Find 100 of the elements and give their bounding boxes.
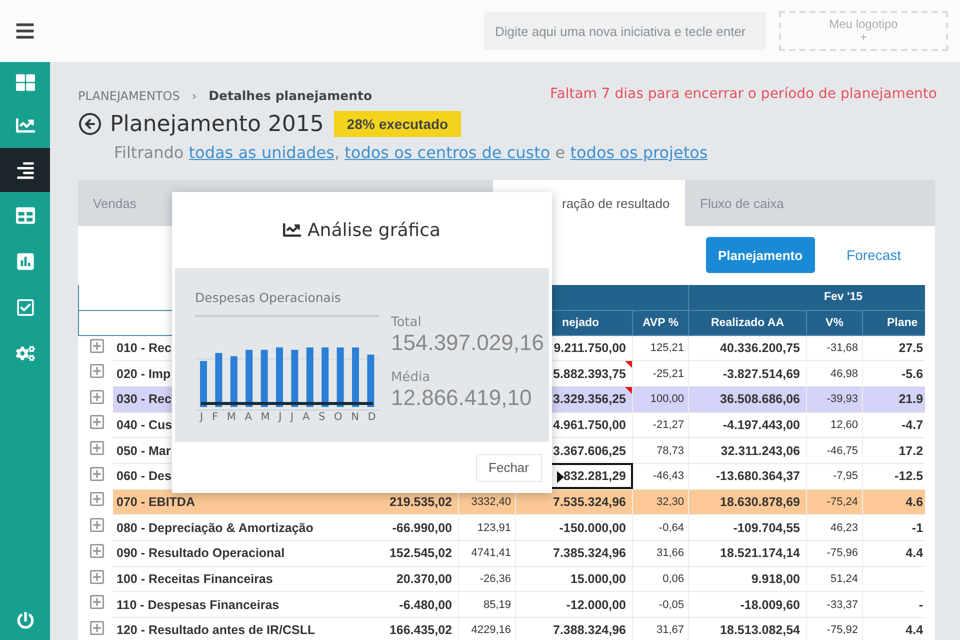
month-label: O — [334, 411, 342, 423]
table-cell: 4.961.750,00 — [553, 418, 626, 432]
table-cell: - — [918, 598, 924, 612]
table-cell: 219.535,02 — [389, 494, 452, 509]
table-cell: 7.535.324,96 — [553, 494, 626, 509]
table-cell: 18.630.878,69 — [720, 494, 800, 509]
stat-value: 12.866.419,10 — [391, 385, 533, 411]
row-label: 090 - Resultado Operacional — [116, 546, 285, 560]
table-cell: 152.545,02 — [389, 546, 452, 560]
month-label: N — [351, 411, 359, 423]
month-label: J — [278, 411, 282, 423]
table-cell: -39,93 — [826, 393, 858, 406]
row-label: 060 - Des — [116, 469, 172, 484]
table-cell: 4229,16 — [471, 624, 511, 636]
table-cell: -3.827.514,69 — [722, 366, 800, 381]
column-header: Plane — [862, 310, 925, 335]
table-cell: 46,98 — [830, 368, 858, 380]
table-cell: -75,24 — [826, 496, 858, 508]
column-header: V% — [806, 310, 862, 335]
month-label: M — [226, 411, 236, 423]
table-cell: -150.000,00 — [559, 520, 626, 535]
table-cell: 32.311.243,06 — [720, 444, 800, 458]
month-label: F — [212, 411, 218, 423]
table-cell: 4741,41 — [471, 547, 511, 560]
table-cell: 21.9 — [898, 392, 924, 406]
logo-placeholder[interactable]: Meu logotipo + — [779, 11, 948, 51]
table-cell: 0,06 — [662, 573, 684, 586]
table-cell: 85,19 — [483, 598, 511, 611]
breadcrumb-separator: › — [192, 88, 197, 102]
tab[interactable]: Fluxo de caixa — [685, 180, 805, 226]
table-cell: 9.211.750,00 — [554, 340, 626, 355]
breadcrumb-item: Detalhes planejamento — [208, 88, 372, 103]
month-label: D — [368, 411, 376, 423]
initiative-input[interactable]: Digite aqui uma nova iniciativa e tecle enter — [484, 12, 766, 50]
table-cell: -75,96 — [826, 547, 858, 560]
table-cell: -21,27 — [652, 418, 684, 431]
view-toggle-button[interactable]: Planejamento — [706, 237, 815, 273]
row-label: 010 - Rec — [116, 340, 172, 355]
filter-link[interactable]: todos os projetos — [570, 143, 708, 162]
row-label: 030 - Rec — [116, 392, 172, 406]
table-cell: 12,60 — [830, 418, 858, 431]
filter-link[interactable]: todas as unidades — [188, 143, 334, 162]
table-cell: 27.5 — [898, 340, 924, 355]
table-cell: -6.480,00 — [399, 598, 452, 612]
table-cell: -33,37 — [826, 598, 858, 611]
table-cell: 32,30 — [656, 496, 684, 508]
table-cell: 4.4 — [906, 623, 924, 638]
table-cell: 3.367.606,25 — [553, 444, 626, 458]
column-header: AVP % — [632, 310, 688, 335]
month-label: S — [318, 411, 326, 423]
month-label: A — [244, 411, 252, 423]
table-cell: 31,66 — [656, 547, 684, 560]
month-label: A — [302, 411, 310, 423]
table-cell: -46,43 — [652, 470, 684, 482]
table-cell: -31,68 — [826, 342, 858, 354]
table-cell: -109.704,55 — [733, 520, 800, 535]
table-cell: -46,75 — [826, 444, 858, 457]
table-cell: 20.370,00 — [396, 572, 452, 586]
breadcrumb-item[interactable]: PLANEJAMENTOS — [78, 88, 180, 102]
table-cell: -1 — [912, 520, 924, 535]
dialog-title: Análise gráfica — [307, 220, 441, 240]
table-cell: 100,00 — [650, 393, 684, 406]
table-cell: 36.508.686,06 — [720, 392, 800, 406]
table-cell: 3332,40 — [471, 496, 511, 508]
table-cell: 31,67 — [656, 624, 684, 636]
table-cell: 40.336.200,75 — [720, 340, 800, 355]
column-header: Realizado AA — [688, 310, 806, 335]
filter-link[interactable]: todos os centros de custo — [344, 143, 550, 162]
month-header: Fev '15 — [688, 285, 925, 310]
row-label: 070 - EBITDA — [116, 494, 195, 509]
table-cell: -4.7 — [901, 418, 924, 432]
table-cell: 7.388.324,96 — [553, 623, 626, 638]
table-cell: -26,36 — [480, 573, 511, 586]
table-cell: -5.6 — [901, 366, 924, 381]
table-cell: 123,91 — [477, 522, 511, 534]
table-cell: 17.2 — [898, 444, 924, 458]
table-cell: -13.680.364,37 — [716, 469, 800, 484]
table-cell: 46,23 — [830, 522, 858, 534]
table-cell: 18.521.174,14 — [720, 546, 800, 560]
row-label: 110 - Despesas Financeiras — [116, 598, 280, 612]
table-cell: -12.5 — [894, 469, 924, 484]
row-label: 050 - Mar — [116, 444, 171, 458]
table-cell: 5.882.393,75 — [553, 366, 626, 381]
table-cell: 18.513.082,54 — [720, 623, 800, 638]
table-cell: -12.000,00 — [566, 598, 626, 612]
stat-label: Média — [391, 370, 432, 385]
row-label: 020 - Imp — [116, 366, 171, 381]
month-label: J — [290, 411, 294, 423]
row-label: 040 - Cus — [116, 418, 172, 432]
table-cell: 78,73 — [656, 444, 684, 457]
view-toggle-button[interactable]: Forecast — [834, 237, 913, 273]
page-title: Planejamento 2015 — [110, 112, 324, 136]
row-label: 120 - Resultado antes de IR/CSLL — [116, 623, 316, 638]
table-cell: 832.281,29 — [563, 469, 626, 484]
table-cell: 4.6 — [906, 494, 924, 509]
month-label: M — [260, 411, 270, 423]
table-cell: -0,05 — [658, 598, 684, 611]
table-cell: 15.000,00 — [570, 572, 626, 586]
close-button[interactable]: Fechar — [476, 454, 542, 482]
table-cell: -75,92 — [826, 624, 858, 636]
